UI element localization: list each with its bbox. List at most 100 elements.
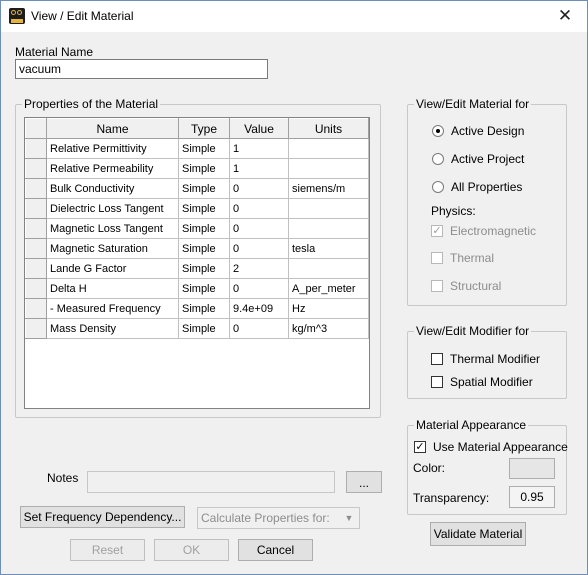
checkbox-structural: Structural [431,279,501,293]
cell-value[interactable]: 0 [229,218,289,239]
cell-units[interactable]: A_per_meter [288,278,369,299]
row-header-cell[interactable] [25,158,47,179]
checkbox-use-appearance[interactable]: ✓ Use Material Appearance [414,440,568,454]
cell-value[interactable]: 0 [229,278,289,299]
cell-value[interactable]: 1 [229,158,289,179]
property-row[interactable]: Magnetic Saturation Simple 0 tesla [25,238,369,259]
close-button[interactable]: ✕ [545,1,585,31]
cell-type[interactable]: Simple [178,178,230,199]
cell-units[interactable]: tesla [288,238,369,259]
cell-name[interactable]: Dielectric Loss Tangent [46,198,179,219]
row-header-cell[interactable] [25,298,47,319]
property-row[interactable]: - Measured Frequency Simple 9.4e+09 Hz [25,298,369,319]
row-header-cell[interactable] [25,278,47,299]
property-row[interactable]: Relative Permeability Simple 1 [25,158,369,179]
radio-active-project[interactable]: Active Project [432,152,524,166]
checkbox-structural-label: Structural [450,279,502,293]
cell-name[interactable]: Relative Permeability [46,158,179,179]
cell-type[interactable]: Simple [178,318,230,339]
row-header-cell[interactable] [25,138,47,159]
cell-value[interactable]: 9.4e+09 [229,298,289,319]
checkbox-thermal: Thermal [431,251,494,265]
cell-value[interactable]: 0 [229,318,289,339]
checkbox-thermal-box [431,252,443,264]
property-row[interactable]: Mass Density Simple 0 kg/m^3 [25,318,369,339]
property-row[interactable]: Dielectric Loss Tangent Simple 0 [25,198,369,219]
calculate-properties-dropdown: Calculate Properties for: ▼ [197,507,360,529]
column-header-type[interactable]: Type [178,118,230,139]
checkbox-electromagnetic-box: ✓ [431,225,443,237]
modifier-group-label: View/Edit Modifier for [414,324,532,338]
radio-active-design-indicator[interactable] [432,125,444,137]
cancel-button[interactable]: Cancel [238,539,313,561]
checkbox-spatial-modifier[interactable]: Spatial Modifier [431,375,533,389]
cell-name[interactable]: Mass Density [46,318,179,339]
cell-name[interactable]: Magnetic Loss Tangent [46,218,179,239]
row-header-cell[interactable] [25,198,47,219]
radio-all-properties-indicator[interactable] [432,181,444,193]
column-header-value[interactable]: Value [229,118,289,139]
cell-units[interactable] [288,158,369,179]
property-row[interactable]: Magnetic Loss Tangent Simple 0 [25,218,369,239]
cell-type[interactable]: Simple [178,198,230,219]
cell-name[interactable]: Magnetic Saturation [46,238,179,259]
row-header-cell[interactable] [25,178,47,199]
cell-units[interactable] [288,258,369,279]
cell-name[interactable]: Delta H [46,278,179,299]
checkbox-thermal-modifier-box[interactable] [431,353,443,365]
checkbox-use-appearance-label: Use Material Appearance [433,440,568,454]
cell-value[interactable]: 0 [229,198,289,219]
column-header-name[interactable]: Name [46,118,179,139]
cell-name[interactable]: Bulk Conductivity [46,178,179,199]
row-header-cell[interactable] [25,258,47,279]
cell-type[interactable]: Simple [178,218,230,239]
checkbox-electromagnetic-label: Electromagnetic [450,224,537,238]
color-swatch-button[interactable] [509,458,555,479]
cell-value[interactable]: 0 [229,238,289,259]
cell-units[interactable] [288,138,369,159]
notes-field[interactable] [87,471,335,493]
cell-name[interactable]: Lande G Factor [46,258,179,279]
cell-name[interactable]: Relative Permittivity [46,138,179,159]
property-row[interactable]: Relative Permittivity Simple 1 [25,138,369,159]
reset-button[interactable]: Reset [70,539,145,561]
checkbox-thermal-modifier[interactable]: Thermal Modifier [431,352,540,366]
radio-active-project-indicator[interactable] [432,153,444,165]
ok-button[interactable]: OK [154,539,229,561]
property-row[interactable]: Delta H Simple 0 A_per_meter [25,278,369,299]
cell-value[interactable]: 0 [229,178,289,199]
cell-units[interactable] [288,198,369,219]
cell-type[interactable]: Simple [178,158,230,179]
checkbox-use-appearance-box[interactable]: ✓ [414,441,426,453]
validate-material-button[interactable]: Validate Material [430,522,526,546]
cell-type[interactable]: Simple [178,138,230,159]
cell-type[interactable]: Simple [178,258,230,279]
radio-all-properties[interactable]: All Properties [432,180,522,194]
row-header-cell[interactable] [25,218,47,239]
row-header-cell[interactable] [25,318,47,339]
checkbox-spatial-modifier-box[interactable] [431,376,443,388]
checkbox-electromagnetic: ✓ Electromagnetic [431,224,536,238]
cell-type[interactable]: Simple [178,238,230,259]
transparency-value[interactable]: 0.95 [509,486,555,508]
property-row[interactable]: Lande G Factor Simple 2 [25,258,369,279]
cell-units[interactable]: Hz [288,298,369,319]
appearance-group-label: Material Appearance [414,418,529,432]
radio-active-design[interactable]: Active Design [432,124,524,138]
cell-name[interactable]: - Measured Frequency [46,298,179,319]
cell-value[interactable]: 2 [229,258,289,279]
material-name-input[interactable]: vacuum [15,59,268,79]
cell-type[interactable]: Simple [178,278,230,299]
set-frequency-dependency-button[interactable]: Set Frequency Dependency... [20,506,185,528]
cell-units[interactable]: kg/m^3 [288,318,369,339]
notes-browse-button[interactable]: ... [346,471,382,493]
window-title: View / Edit Material [31,9,134,23]
cell-units[interactable]: siemens/m [288,178,369,199]
column-header-units[interactable]: Units [288,118,369,139]
cell-units[interactable] [288,218,369,239]
property-row[interactable]: Bulk Conductivity Simple 0 siemens/m [25,178,369,199]
cell-type[interactable]: Simple [178,298,230,319]
cell-value[interactable]: 1 [229,138,289,159]
row-header-cell[interactable] [25,238,47,259]
properties-grid[interactable]: Name Type Value Units Relative Permittiv… [24,117,370,409]
